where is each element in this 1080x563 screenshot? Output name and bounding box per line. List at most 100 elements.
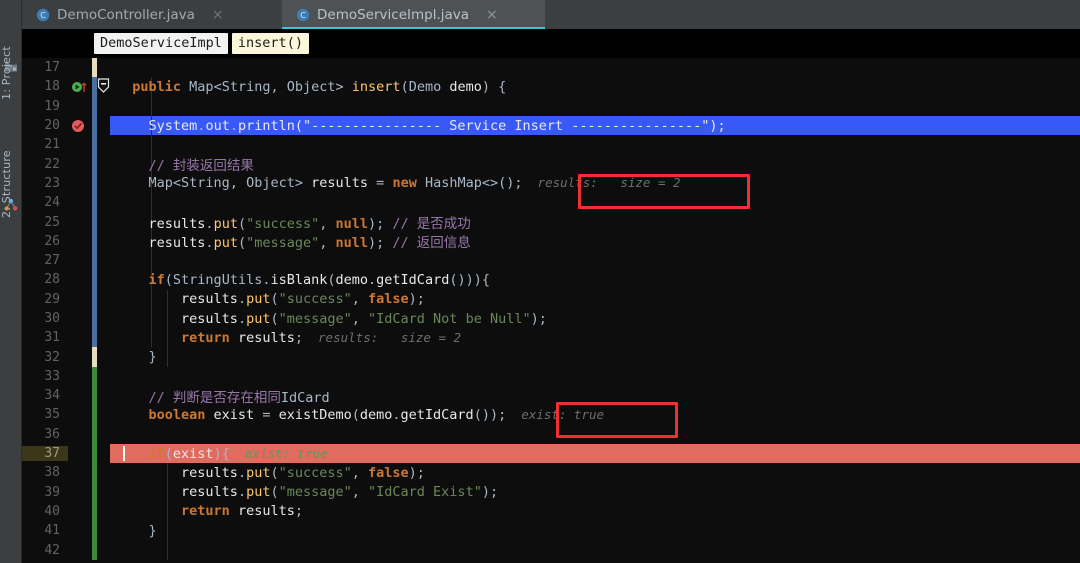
code-line[interactable]: 23 Map<String, Object> results = new Has… xyxy=(22,173,1080,194)
code-line[interactable]: 42 xyxy=(22,540,1080,560)
code-line[interactable]: 18 public Map<String, Object> insert(Dem… xyxy=(22,77,1080,97)
gutter-icons[interactable] xyxy=(68,97,92,116)
fold-column[interactable] xyxy=(97,193,110,212)
code-text[interactable]: results.put("success", false); xyxy=(110,465,1080,481)
code-line[interactable]: 33 xyxy=(22,366,1080,387)
close-icon[interactable]: × xyxy=(486,8,498,22)
fold-column[interactable] xyxy=(97,425,110,444)
code-line[interactable]: 19 xyxy=(22,96,1080,116)
gutter-icons[interactable] xyxy=(68,174,92,193)
code-line[interactable]: 25 results.put("success", null); // 是否成功 xyxy=(22,212,1080,232)
tab-demoserviceimpl[interactable]: C DemoServiceImpl.java × xyxy=(282,0,545,29)
gutter-icons[interactable] xyxy=(68,463,92,482)
fold-column[interactable] xyxy=(97,386,110,405)
code-text[interactable]: results.put("success", false); xyxy=(110,291,1080,307)
code-line[interactable]: 27 xyxy=(22,250,1080,271)
code-line[interactable]: 17 xyxy=(22,58,1080,78)
gutter-icons[interactable] xyxy=(68,367,92,386)
fold-column[interactable] xyxy=(97,251,110,270)
fold-column[interactable] xyxy=(97,502,110,521)
code-line[interactable]: 34 // 判断是否存在相同IdCard xyxy=(22,386,1080,406)
gutter-icons[interactable] xyxy=(68,58,92,77)
code-line[interactable]: 41 } xyxy=(22,521,1080,541)
fold-column[interactable] xyxy=(97,328,110,347)
gutter-icons[interactable] xyxy=(68,251,92,270)
fold-column[interactable] xyxy=(97,540,110,559)
gutter-icons[interactable] xyxy=(68,540,92,559)
code-line[interactable]: 24 xyxy=(22,193,1080,213)
gutter-icons[interactable] xyxy=(68,232,92,251)
code-text[interactable]: results.put("message", null); // 返回信息 xyxy=(110,231,1080,251)
fold-column[interactable] xyxy=(97,444,110,463)
fold-column[interactable] xyxy=(97,77,110,96)
gutter-icons[interactable] xyxy=(68,347,92,366)
fold-column[interactable] xyxy=(97,174,110,193)
gutter-icons[interactable] xyxy=(68,116,92,135)
gutter-icons[interactable] xyxy=(68,290,92,309)
breadcrumb-class[interactable]: DemoServiceImpl xyxy=(94,33,228,54)
code-line[interactable]: 39 results.put("message", "IdCard Exist"… xyxy=(22,482,1080,502)
gutter-icons[interactable] xyxy=(68,483,92,502)
close-icon[interactable]: × xyxy=(212,8,224,22)
fold-column[interactable] xyxy=(97,483,110,502)
code-text[interactable]: if(StringUtils.isBlank(demo.getIdCard())… xyxy=(110,272,1080,288)
code-line[interactable]: 20 System.out.println("---------------- … xyxy=(22,115,1080,136)
fold-column[interactable] xyxy=(97,405,110,424)
code-text[interactable]: public Map<String, Object> insert(Demo d… xyxy=(110,79,1080,95)
code-line[interactable]: 31 return results; results: size = 2 xyxy=(22,328,1080,348)
code-line[interactable]: 40 return results; xyxy=(22,501,1080,522)
code-line[interactable]: 29 results.put("success", false); xyxy=(22,289,1080,309)
sidebar-item-project[interactable]: 1: Project xyxy=(0,20,22,100)
code-line[interactable]: 35 boolean exist = existDemo(demo.getIdC… xyxy=(22,405,1080,425)
tab-democontroller[interactable]: C DemoController.java × xyxy=(22,0,282,29)
fold-column[interactable] xyxy=(97,232,110,251)
fold-column[interactable] xyxy=(97,135,110,154)
fold-column[interactable] xyxy=(97,347,110,366)
code-text[interactable]: if(exist){ exist: true xyxy=(110,446,1080,462)
gutter-icons[interactable] xyxy=(68,270,92,289)
code-line[interactable]: 21 xyxy=(22,135,1080,155)
gutter-icons[interactable] xyxy=(68,386,92,405)
gutter-icons[interactable] xyxy=(68,405,92,424)
code-text[interactable]: results.put("message", "IdCard Not be Nu… xyxy=(110,311,1080,327)
code-line[interactable]: 30 results.put("message", "IdCard Not be… xyxy=(22,308,1080,329)
code-text[interactable]: boolean exist = existDemo(demo.getIdCard… xyxy=(110,407,1080,423)
fold-column[interactable] xyxy=(97,309,110,328)
code-text[interactable]: } xyxy=(110,349,1080,365)
code-text[interactable]: System.out.println("---------------- Ser… xyxy=(110,118,1080,134)
code-line[interactable]: 28 if(StringUtils.isBlank(demo.getIdCard… xyxy=(22,270,1080,290)
code-line[interactable]: 26 results.put("message", null); // 返回信息 xyxy=(22,231,1080,251)
breadcrumb-method[interactable]: insert() xyxy=(231,33,309,54)
sidebar-item-structure[interactable]: 2: Structure xyxy=(0,128,22,218)
fold-column[interactable] xyxy=(97,58,110,77)
gutter-icons[interactable] xyxy=(68,135,92,154)
code-text[interactable]: Map<String, Object> results = new HashMa… xyxy=(110,175,1080,191)
code-text[interactable]: // 封装返回结果 xyxy=(110,154,1080,174)
gutter-icons[interactable] xyxy=(68,444,92,463)
fold-column[interactable] xyxy=(97,116,110,135)
code-text[interactable]: } xyxy=(110,523,1080,539)
fold-column[interactable] xyxy=(97,212,110,231)
code-line[interactable]: 38 results.put("success", false); xyxy=(22,463,1080,483)
code-text[interactable]: // 判断是否存在相同IdCard xyxy=(110,386,1080,406)
gutter-icons[interactable] xyxy=(68,521,92,540)
gutter-icons[interactable] xyxy=(68,502,92,521)
code-text[interactable]: return results; xyxy=(110,503,1080,519)
code-line[interactable]: 37 if(exist){ exist: true xyxy=(22,443,1080,464)
fold-column[interactable] xyxy=(97,290,110,309)
gutter-icons[interactable] xyxy=(68,154,92,173)
code-line[interactable]: 36 xyxy=(22,424,1080,444)
fold-column[interactable] xyxy=(97,521,110,540)
gutter-icons[interactable] xyxy=(68,193,92,212)
fold-column[interactable] xyxy=(97,97,110,116)
code-line[interactable]: 22 // 封装返回结果 xyxy=(22,154,1080,174)
code-text[interactable]: results.put("message", "IdCard Exist"); xyxy=(110,484,1080,500)
fold-column[interactable] xyxy=(97,270,110,289)
fold-column[interactable] xyxy=(97,367,110,386)
gutter-icons[interactable] xyxy=(68,309,92,328)
gutter-icons[interactable] xyxy=(68,328,92,347)
code-text[interactable]: return results; results: size = 2 xyxy=(110,330,1080,346)
gutter-icons[interactable] xyxy=(68,425,92,444)
code-line[interactable]: 32 } xyxy=(22,347,1080,367)
fold-column[interactable] xyxy=(97,154,110,173)
